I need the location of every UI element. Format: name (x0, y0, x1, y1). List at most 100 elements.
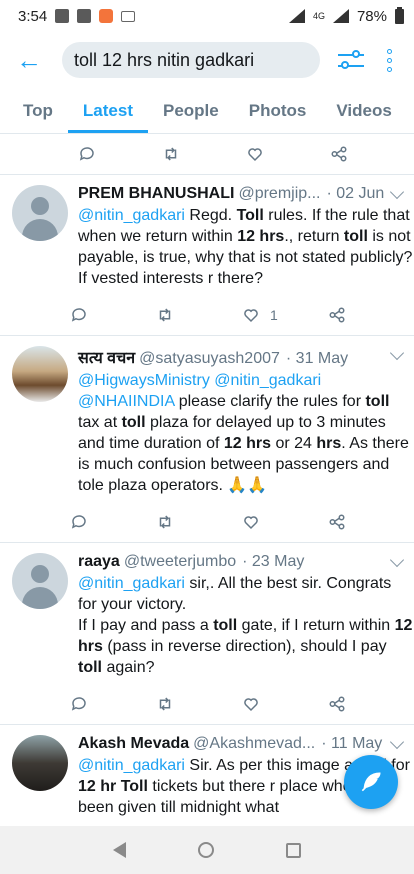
tweet-text: @nitin_gadkari sir,. All the best sir. C… (78, 573, 414, 678)
nav-recents-icon[interactable] (286, 842, 301, 858)
author-handle[interactable]: @tweeterjumbo (124, 553, 236, 571)
tweet-text-segment: toll (121, 414, 146, 431)
tweet-text-segment: toll (343, 228, 368, 245)
prev-tweet-actions (0, 134, 414, 174)
like-count: 1 (270, 307, 278, 323)
tweet-body: raaya @tweeterjumbo · 23 May @nitin_gadk… (68, 553, 414, 724)
like-button[interactable] (242, 513, 328, 531)
tab-photos[interactable]: Photos (234, 101, 322, 133)
status-right: 4G 78% (288, 6, 404, 25)
nav-back-icon[interactable] (113, 842, 126, 858)
tweet-actions (70, 684, 414, 724)
tab-top[interactable]: Top (8, 101, 68, 133)
tweet-header: सत्य वचन @satyasuyash2007 · 31 May (78, 346, 414, 368)
avatar[interactable] (12, 185, 68, 241)
search-header: ← toll 12 hrs nitin gadkari (0, 32, 414, 88)
tweet-text-segment: toll (78, 659, 102, 676)
tweet-date: · 02 Jun (326, 185, 385, 202)
tweet-item[interactable]: raaya @tweeterjumbo · 23 May @nitin_gadk… (0, 542, 414, 724)
retweet-icon (159, 515, 171, 529)
author-name[interactable]: PREM BHANUSHALI (78, 185, 234, 203)
nav-home-icon[interactable] (198, 842, 214, 858)
tweet-body: PREM BHANUSHALI @premjip... · 02 Jun @ni… (68, 185, 414, 335)
tweet-text-segment: gate, if I return within (237, 617, 395, 634)
notification-app-icon (99, 9, 114, 23)
like-button[interactable] (242, 695, 328, 713)
like-button[interactable] (246, 145, 330, 163)
battery-icon (395, 6, 404, 24)
more-options-icon[interactable] (376, 48, 402, 72)
tweet-text-segment: ., return (284, 228, 344, 245)
reply-icon (71, 515, 86, 529)
compose-tweet-button[interactable] (344, 755, 398, 809)
signal-icon (288, 9, 305, 23)
share-icon (329, 696, 345, 712)
share-button[interactable] (328, 695, 414, 713)
tweet-body: सत्य वचन @satyasuyash2007 · 31 May @Higw… (68, 346, 414, 542)
reply-button[interactable] (70, 306, 156, 324)
retweet-button[interactable] (162, 145, 246, 163)
heart-icon (244, 698, 258, 712)
back-arrow-icon[interactable]: ← (16, 47, 48, 73)
tweet-header: raaya @tweeterjumbo · 23 May (78, 553, 414, 571)
author-name[interactable]: सत्य वचन (78, 346, 135, 368)
avatar[interactable] (12, 735, 68, 791)
author-handle[interactable]: @satyasuyash2007 (139, 350, 280, 368)
heart-icon (244, 309, 258, 323)
reply-button[interactable] (70, 695, 156, 713)
reply-button[interactable] (70, 513, 156, 531)
author-name[interactable]: Akash Mevada (78, 735, 189, 753)
tweet-item[interactable]: PREM BHANUSHALI @premjip... · 02 Jun @ni… (0, 174, 414, 335)
status-time: 3:54 (18, 7, 48, 25)
status-left: 3:54 (18, 8, 289, 25)
author-handle[interactable]: @premjip... (238, 185, 320, 203)
tweet-text-segment: toll (213, 617, 238, 634)
retweet-button[interactable] (156, 695, 242, 713)
gmail-icon (55, 9, 70, 23)
gmail-icon-2 (77, 9, 92, 23)
search-input[interactable]: toll 12 hrs nitin gadkari (62, 42, 320, 78)
reply-icon (71, 697, 86, 711)
retweet-button[interactable] (156, 306, 242, 324)
tweet-item[interactable]: सत्य वचन @satyasuyash2007 · 31 May @Higw… (0, 335, 414, 542)
mention-link[interactable]: @nitin_gadkari (78, 207, 185, 224)
mention-link[interactable]: @HigwaysMinistry (78, 372, 210, 389)
tweet-text-segment: again? (102, 659, 155, 676)
share-icon (329, 514, 345, 530)
feather-icon (361, 772, 381, 792)
share-button[interactable] (328, 306, 414, 324)
mention-link[interactable]: @nitin_gadkari (78, 757, 185, 774)
tweet-text-segment: toll (365, 393, 390, 410)
battery-percent: 78% (356, 7, 387, 25)
tweet-header: PREM BHANUSHALI @premjip... · 02 Jun (78, 185, 414, 203)
signal-icon-2 (332, 9, 349, 23)
avatar[interactable] (12, 346, 68, 402)
tab-people[interactable]: People (148, 101, 234, 133)
reply-icon (79, 147, 94, 161)
tab-latest[interactable]: Latest (67, 101, 148, 133)
reply-button[interactable] (78, 145, 162, 163)
like-button[interactable]: 1 (242, 306, 328, 324)
notification-box-icon (121, 10, 136, 22)
author-handle[interactable]: @Akashmevad... (193, 735, 315, 753)
author-name[interactable]: raaya (78, 553, 120, 571)
retweet-icon (159, 308, 171, 322)
retweet-button[interactable] (156, 513, 242, 531)
share-button[interactable] (328, 513, 414, 531)
tweet-actions: 1 (70, 295, 414, 335)
share-button[interactable] (330, 145, 414, 163)
filter-sliders-icon[interactable] (334, 43, 368, 77)
tweet-date: · 11 May (321, 735, 383, 752)
mention-link[interactable]: @NHAIINDIA (78, 393, 174, 410)
mention-link[interactable]: @nitin_gadkari (78, 575, 185, 592)
tweet-text-segment: (pass in reverse direction), should I pa… (102, 638, 387, 655)
tweet-date: · 31 May (285, 350, 349, 367)
tweet-text: @nitin_gadkari Regd. Toll rules. If the … (78, 205, 414, 289)
tab-videos[interactable]: Videos (321, 101, 406, 133)
reply-icon (71, 308, 86, 322)
mention-link[interactable]: @nitin_gadkari (214, 372, 321, 389)
tweet-text-segment: 12 hrs (237, 228, 285, 245)
retweet-icon (165, 147, 177, 161)
avatar[interactable] (12, 553, 68, 609)
tweet-text-segment: tax at (78, 414, 122, 431)
